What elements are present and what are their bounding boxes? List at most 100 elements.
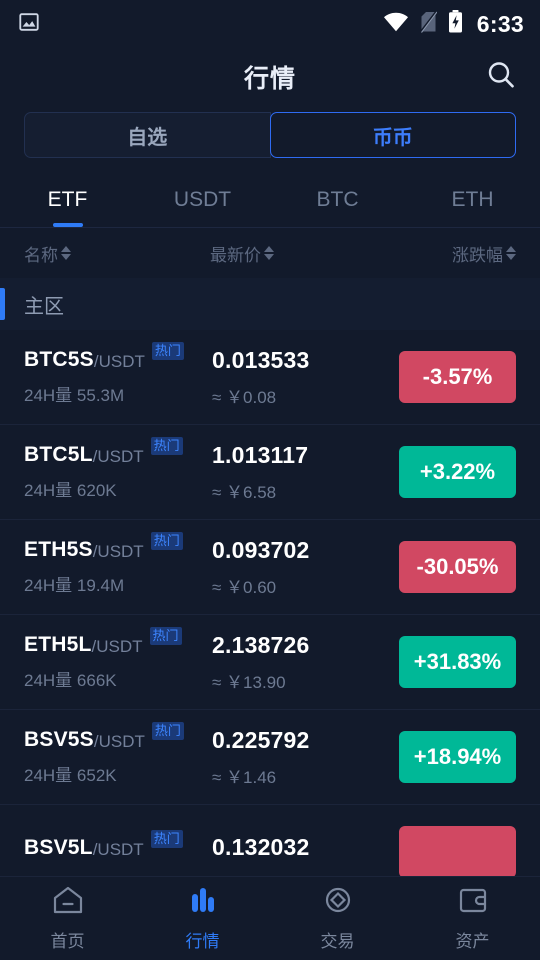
- market-row-price-cell: 0.093702 ≈ ￥0.60: [210, 537, 399, 598]
- market-row-fiat-price: ≈ ￥1.46: [212, 767, 277, 787]
- market-row-name-cell: BTC5L/USDT 热门 24H量 620K: [24, 437, 210, 501]
- market-row-volume: 24H量 55.3M: [24, 386, 125, 405]
- search-button[interactable]: [482, 58, 520, 96]
- hot-badge: 热门: [150, 437, 183, 456]
- tab-btc[interactable]: BTC: [270, 172, 405, 227]
- status-bar-clock: 6:33: [476, 10, 524, 37]
- wifi-icon: [383, 12, 409, 37]
- sort-arrows-icon: [61, 246, 71, 260]
- tab-usdt[interactable]: USDT: [135, 172, 270, 227]
- market-row-symbol: BSV5L: [24, 835, 93, 859]
- battery-charging-icon: [448, 10, 463, 38]
- market-row-change-badge[interactable]: -3.57%: [399, 351, 516, 403]
- bottom-navigation: 首页 行情 交易 资产: [0, 876, 540, 960]
- tab-usdt-label: USDT: [173, 187, 232, 211]
- tab-etf[interactable]: ETF: [0, 172, 135, 227]
- nav-item-market[interactable]: 行情: [135, 885, 270, 952]
- segment-coin-to-coin[interactable]: 币币: [269, 112, 516, 158]
- nav-item-trade[interactable]: 交易: [270, 885, 405, 952]
- market-row-volume: 24H量 652K: [24, 766, 117, 785]
- hot-badge: 热门: [151, 722, 184, 741]
- market-row-change-badge[interactable]: +31.83%: [399, 636, 516, 688]
- page-title: 行情: [243, 65, 296, 93]
- market-row-symbol-line: BSV5S/USDT 热门: [24, 722, 210, 752]
- market-row-change-badge[interactable]: [399, 826, 516, 878]
- market-type-switch: 自选 币币: [0, 106, 540, 172]
- tab-etf-label: ETF: [47, 187, 88, 211]
- status-bar-right: 6:33: [383, 10, 524, 38]
- nav-item-home[interactable]: 首页: [0, 885, 135, 952]
- market-screen: 6:33 行情 自选 币币 ETF USDT BTC ETH 名称 最新价 涨跌…: [0, 0, 540, 960]
- tab-eth-label: ETH: [451, 187, 494, 211]
- market-row[interactable]: BTC5L/USDT 热门 24H量 620K 1.013117 ≈ ￥6.58 +3.2…: [0, 425, 540, 520]
- market-row-name-cell: ETH5S/USDT 热门 24H量 19.4M: [24, 532, 210, 596]
- market-category-tabs: ETF USDT BTC ETH: [0, 172, 540, 228]
- hot-badge: 热门: [151, 342, 184, 361]
- market-row-price: 2.138726: [212, 631, 310, 658]
- market-list[interactable]: BTC5S/USDT 热门 24H量 55.3M 0.013533 ≈ ￥0.08 -3.…: [0, 330, 540, 960]
- market-row-price-cell: 1.013117 ≈ ￥6.58: [210, 442, 399, 503]
- market-row-price-cell: 0.225792 ≈ ￥1.46: [210, 727, 399, 788]
- market-row-price: 0.225792: [212, 726, 310, 753]
- market-row-price: 0.132032: [212, 834, 310, 860]
- image-icon: [18, 11, 40, 38]
- zone-header-label: 主区: [24, 295, 64, 318]
- zone-header-main: 主区: [0, 278, 540, 330]
- segment-favorites-label: 自选: [127, 126, 168, 149]
- wallet-icon: [456, 885, 490, 920]
- market-row-fiat-price: ≈ ￥13.90: [212, 672, 286, 692]
- market-row-fiat-price: ≈ ￥6.58: [212, 482, 277, 502]
- market-row-symbol-line: ETH5L/USDT 热门: [24, 627, 210, 657]
- market-row-symbol-line: BTC5L/USDT 热门: [24, 437, 210, 467]
- market-row[interactable]: BSV5S/USDT 热门 24H量 652K 0.225792 ≈ ￥1.46 +18.…: [0, 710, 540, 805]
- tab-btc-label: BTC: [316, 187, 359, 211]
- column-header-price[interactable]: 最新价: [210, 241, 452, 266]
- market-row-price: 0.093702: [212, 536, 310, 563]
- bar-chart-icon: [186, 885, 220, 920]
- market-row-fiat-price: ≈ ￥0.08: [212, 387, 277, 407]
- hot-badge: 热门: [150, 532, 183, 551]
- market-row-price-cell: 2.138726 ≈ ￥13.90: [210, 632, 399, 693]
- home-icon: [51, 885, 85, 920]
- market-row-volume: 24H量 666K: [24, 671, 117, 690]
- status-bar-left: [18, 11, 40, 38]
- market-row-symbol: BTC5L: [24, 443, 93, 466]
- nav-item-market-label: 行情: [185, 932, 220, 951]
- column-header-change-label: 涨跌幅: [452, 245, 503, 265]
- market-row-quote-currency: /USDT: [91, 637, 143, 656]
- segment-favorites[interactable]: 自选: [24, 112, 271, 158]
- market-row-change-badge[interactable]: +18.94%: [399, 731, 516, 783]
- market-row[interactable]: ETH5L/USDT 热门 24H量 666K 2.138726 ≈ ￥13.90 +31…: [0, 615, 540, 710]
- search-icon: [485, 59, 517, 96]
- market-row-name-cell: ETH5L/USDT 热门 24H量 666K: [24, 627, 210, 691]
- market-row-volume: 24H量 19.4M: [24, 576, 125, 595]
- market-row-fiat-price: ≈ ￥0.60: [212, 577, 277, 597]
- column-header-change[interactable]: 涨跌幅: [452, 241, 516, 266]
- market-row-quote-currency: /USDT: [93, 732, 145, 751]
- market-row-name-cell: BSV5L/USDT 热门: [24, 829, 210, 869]
- nav-item-trade-label: 交易: [320, 932, 355, 951]
- market-row-price: 0.013533: [212, 346, 310, 373]
- market-row-quote-currency: /USDT: [92, 839, 144, 859]
- column-header-name[interactable]: 名称: [24, 241, 210, 266]
- hot-badge: 热门: [150, 829, 183, 848]
- tab-eth[interactable]: ETH: [405, 172, 540, 227]
- market-row-name-cell: BTC5S/USDT 热门 24H量 55.3M: [24, 342, 210, 406]
- market-row-symbol: BSV5S: [24, 728, 94, 751]
- market-row[interactable]: BTC5S/USDT 热门 24H量 55.3M 0.013533 ≈ ￥0.08 -3.…: [0, 330, 540, 425]
- market-row-quote-currency: /USDT: [92, 447, 144, 466]
- market-row-volume: 24H量 620K: [24, 481, 117, 500]
- market-row[interactable]: ETH5S/USDT 热门 24H量 19.4M 0.093702 ≈ ￥0.60 -30…: [0, 520, 540, 615]
- segment-coin-to-coin-label: 币币: [372, 126, 413, 149]
- nav-item-assets[interactable]: 资产: [405, 885, 540, 952]
- status-bar: 6:33: [0, 0, 540, 48]
- market-row-price-cell: 0.132032: [210, 834, 399, 870]
- market-row-symbol-line: BSV5L/USDT 热门: [24, 829, 210, 860]
- market-row-change-badge[interactable]: -30.05%: [399, 541, 516, 593]
- segmented-control: 自选 币币: [24, 112, 516, 158]
- nav-item-assets-label: 资产: [455, 932, 490, 951]
- column-header-name-label: 名称: [24, 245, 58, 265]
- market-row-change-badge[interactable]: +3.22%: [399, 446, 516, 498]
- column-header-price-label: 最新价: [210, 245, 261, 265]
- market-row-symbol-line: ETH5S/USDT 热门: [24, 532, 210, 562]
